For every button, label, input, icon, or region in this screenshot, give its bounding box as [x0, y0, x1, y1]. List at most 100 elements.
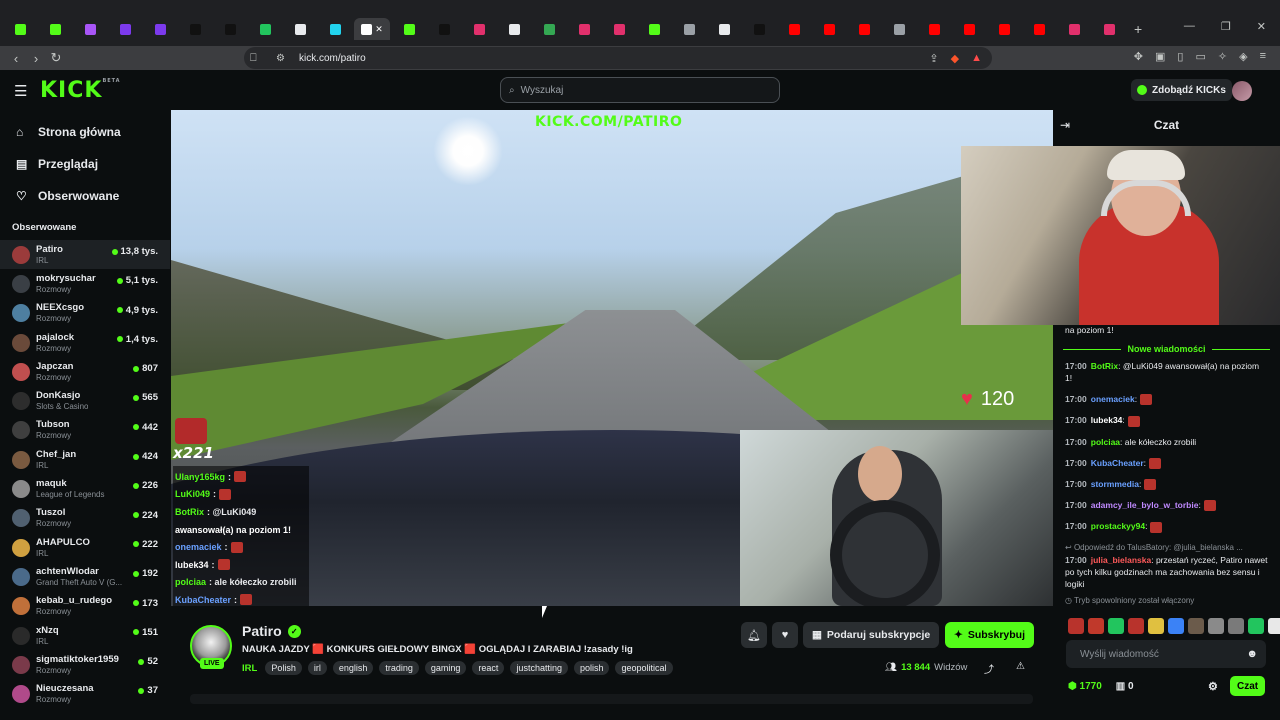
hamburger-menu-icon[interactable]: ☰	[14, 82, 27, 100]
browser-tab[interactable]	[214, 18, 246, 40]
browser-tab[interactable]	[39, 18, 71, 40]
maximize-icon[interactable]: ❐	[1221, 20, 1231, 33]
message-user[interactable]: prostackyy94	[1091, 521, 1145, 531]
stream-tag[interactable]: react	[472, 661, 505, 675]
report-icon[interactable]: ⚠	[1016, 661, 1025, 672]
followed-channel[interactable]: AHAPULCO IRL 222	[0, 533, 170, 562]
share-icon[interactable]: ⇪	[929, 52, 938, 65]
new-tab-icon[interactable]: +	[1134, 18, 1142, 40]
screenshot-icon[interactable]: ▣	[1155, 50, 1165, 63]
chat-settings-icon[interactable]: ⚙	[1208, 680, 1218, 693]
message-user[interactable]: lubek34	[1091, 415, 1123, 425]
emote-icon[interactable]	[1148, 618, 1164, 634]
browser-tab[interactable]	[109, 18, 141, 40]
browser-tab[interactable]	[638, 18, 670, 40]
emote-icon[interactable]	[1168, 618, 1184, 634]
browser-tab[interactable]	[463, 18, 495, 40]
browser-tab[interactable]	[428, 18, 460, 40]
browser-tab[interactable]	[673, 18, 705, 40]
browser-tab[interactable]	[743, 18, 775, 40]
follow-button[interactable]: ♥	[772, 622, 798, 648]
emote-icon[interactable]	[1268, 618, 1280, 634]
menu-icon[interactable]: ≡	[1260, 50, 1266, 63]
emoji-picker-icon[interactable]: ☻	[1246, 648, 1258, 660]
subscribe-button[interactable]: ✦ Subskrybuj	[945, 622, 1034, 648]
omnibox[interactable]: ⎕ ⚙ kick.com/patiro ⇪ ◆ ▲	[244, 47, 992, 69]
browser-tab[interactable]	[848, 18, 880, 40]
brave-rewards-icon[interactable]: ▲	[971, 52, 982, 65]
wallet-icon[interactable]: ▭	[1195, 50, 1205, 63]
message-user[interactable]: onemaciek	[1091, 394, 1135, 404]
forward-icon[interactable]: ›	[26, 51, 46, 66]
notifications-button[interactable]: 🔔︎	[741, 622, 767, 648]
chat-input[interactable]: Wyślij wiadomość ☻	[1066, 640, 1266, 668]
close-window-icon[interactable]: ✕	[1257, 20, 1266, 33]
browser-tab[interactable]	[319, 18, 351, 40]
stream-category[interactable]: IRL	[242, 663, 257, 674]
nav-item[interactable]: ▤ Przeglądaj	[0, 148, 170, 180]
stream-tag[interactable]: geopolitical	[615, 661, 673, 675]
browser-tab[interactable]	[918, 18, 950, 40]
send-chat-button[interactable]: Czat	[1230, 676, 1266, 696]
emote-icon[interactable]	[1108, 618, 1124, 634]
browser-tab[interactable]	[533, 18, 565, 40]
share-stream-icon[interactable]: ⤴	[984, 661, 994, 676]
kick-logo[interactable]: KICKBETA	[40, 78, 121, 103]
browser-tab[interactable]	[1023, 18, 1055, 40]
url-text[interactable]: kick.com/patiro	[299, 53, 366, 64]
browser-tab[interactable]	[813, 18, 845, 40]
browser-tab[interactable]	[284, 18, 316, 40]
message-user[interactable]: BotRix	[1091, 361, 1118, 371]
minimize-icon[interactable]: —	[1184, 20, 1195, 33]
emote-icon[interactable]	[1228, 618, 1244, 634]
message-user[interactable]: stormmedia	[1091, 479, 1139, 489]
user-avatar[interactable]	[1232, 81, 1252, 101]
sidebar-toggle-icon[interactable]: ▯	[1177, 50, 1183, 63]
browser-tab[interactable]	[498, 18, 530, 40]
browser-tab[interactable]	[74, 18, 106, 40]
extension-puzzle-icon[interactable]: ✥	[1134, 50, 1143, 63]
browser-tab[interactable]	[179, 18, 211, 40]
followed-channel[interactable]: kebab_u_rudego Rozmowy 173	[0, 592, 170, 621]
browser-tab[interactable]	[1058, 18, 1090, 40]
followed-channel[interactable]: Japczan Rozmowy 807	[0, 357, 170, 386]
followed-channel[interactable]: Tubson Rozmowy 442	[0, 416, 170, 445]
emote-icon[interactable]	[1088, 618, 1104, 634]
browser-tab[interactable]	[1093, 18, 1125, 40]
browser-tab[interactable]	[953, 18, 985, 40]
vpn-icon[interactable]: ◈	[1239, 50, 1247, 63]
browser-tab[interactable]	[249, 18, 281, 40]
browser-tab[interactable]	[144, 18, 176, 40]
search-input[interactable]: ⌕ Wyszukaj	[500, 77, 780, 103]
message-user[interactable]: adamcy_ile_bylo_w_torbie	[1091, 500, 1199, 510]
stream-tag[interactable]: gaming	[424, 661, 467, 675]
emote-icon[interactable]	[1068, 618, 1084, 634]
collapse-chat-icon[interactable]: ⇥	[1060, 118, 1070, 132]
brave-shield-icon[interactable]: ◆	[951, 52, 959, 65]
followed-channel[interactable]: xNzq IRL 151	[0, 621, 170, 650]
ai-icon[interactable]: ✧	[1218, 50, 1227, 63]
video-player[interactable]: KICK.COM/PATIRO ♥ 120 x221 Ulany165kg: Lu…	[171, 110, 1053, 606]
stream-tag[interactable]: trading	[379, 661, 419, 675]
browser-tab[interactable]: ✕	[354, 18, 390, 40]
nav-item[interactable]: ♡ Obserwowane	[0, 180, 170, 212]
bookmark-icon[interactable]: ⎕	[250, 52, 264, 65]
emote-icon[interactable]	[1188, 618, 1204, 634]
followed-channel[interactable]: DonKasjo Slots & Casino 565	[0, 386, 170, 415]
emote-icon[interactable]	[1248, 618, 1264, 634]
followed-channel[interactable]: Patiro IRL 13,8 tys.	[0, 240, 170, 270]
stream-tag[interactable]: justchatting	[510, 661, 568, 675]
followed-channel[interactable]: sigmatiktoker1959 Rozmowy 52	[0, 650, 170, 679]
followed-channel[interactable]: maquk League of Legends 226	[0, 474, 170, 503]
get-kicks-button[interactable]: Zdobądź KICKs	[1131, 79, 1232, 101]
emote-icon[interactable]	[1128, 618, 1144, 634]
streamer-name[interactable]: Patiro ✓	[242, 623, 301, 639]
followed-channel[interactable]: Tuszol Rozmowy 224	[0, 504, 170, 533]
browser-tab[interactable]	[603, 18, 635, 40]
followed-channel[interactable]: NEEXcsgo Rozmowy 4,9 tys.	[0, 299, 170, 328]
close-tab-icon[interactable]: ✕	[375, 24, 383, 35]
browser-tab[interactable]	[393, 18, 425, 40]
stream-tag[interactable]: english	[332, 661, 374, 675]
nav-item[interactable]: ⌂ Strona główna	[0, 116, 170, 148]
new-messages-divider[interactable]: Nowe wiadomości	[1053, 344, 1280, 354]
